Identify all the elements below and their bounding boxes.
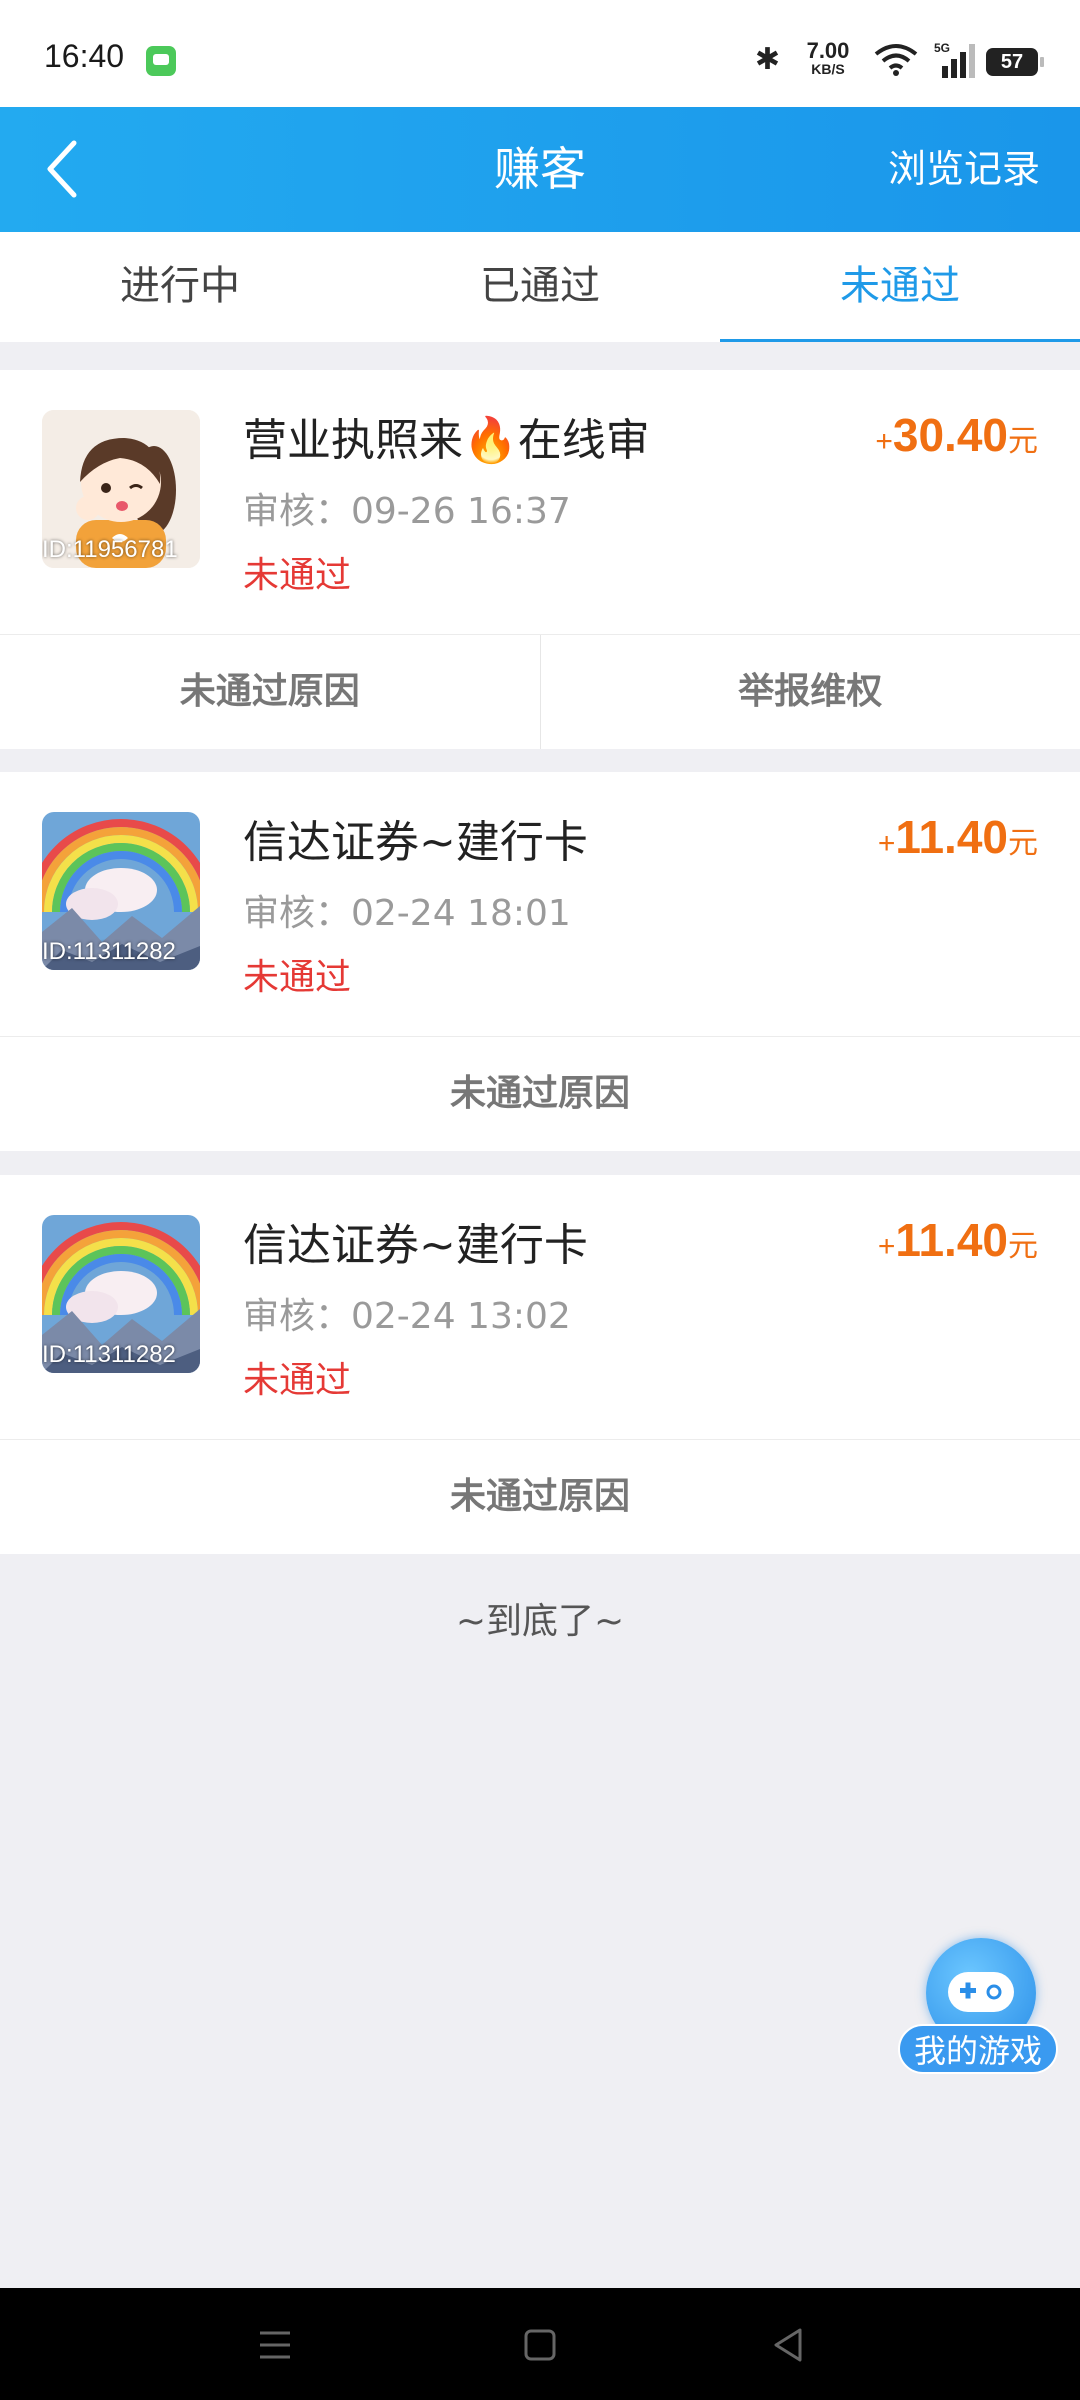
message-notification-icon [146,46,176,76]
reward-value: 11.40 [895,811,1008,863]
status-bar: 16:40 ✱ 7.00 KB/S 5G 57 [0,0,1080,107]
my-games-label: 我的游戏 [898,2024,1058,2074]
end-of-list-text: ~到底了~ [455,1601,625,1642]
status-label: 未通过 [243,555,352,596]
reward-unit: 元 [1008,1230,1038,1263]
wifi-icon [874,44,918,76]
task-card: ID:11956781 营业执照来🔥在线审 审核：09-26 16:37 未通过… [0,370,1080,749]
reward-amount: +11.40元 [878,1213,1038,1267]
back-icon[interactable] [762,2318,816,2372]
task-id-label: ID:11956781 [42,536,178,563]
review-time: 审核：02-24 13:02 [243,1296,571,1337]
task-title: 营业执照来🔥在线审 [243,415,650,466]
task-actions: 未通过原因 [0,1439,1080,1554]
reward-unit: 元 [1008,425,1038,458]
menu-icon[interactable] [248,2318,302,2372]
reward-value: 11.40 [895,1214,1008,1266]
network-speed-unit: KB/S [811,61,845,77]
reward-plus: + [877,1230,896,1263]
review-time: 审核：02-24 18:01 [243,893,571,934]
status-label: 未通过 [243,957,352,998]
report-appeal-button[interactable]: 举报维权 [539,635,1080,749]
fail-reason-button[interactable]: 未通过原因 [0,1440,1080,1554]
task-thumbnail: ID:11311282 [42,812,200,970]
tab-passed[interactable]: 已通过 [360,232,720,342]
task-card-body[interactable]: ID:11956781 营业执照来🔥在线审 审核：09-26 16:37 未通过… [0,370,1080,634]
task-id-label: ID:11311282 [42,1341,176,1368]
svg-text:5G: 5G [934,41,950,55]
status-label: 未通过 [243,1360,352,1401]
fail-reason-button[interactable]: 未通过原因 [0,635,540,749]
fail-reason-button[interactable]: 未通过原因 [0,1037,1080,1151]
task-title: 信达证券~建行卡 [243,817,588,868]
reward-plus: + [877,827,896,860]
network-speed-value: 7.00 [806,38,850,63]
app-header: 赚客 浏览记录 [0,107,1080,232]
browse-history-link[interactable]: 浏览记录 [888,107,1040,232]
task-actions: 未通过原因 举报维权 [0,634,1080,749]
system-nav-bar [0,2288,1080,2400]
task-card-body[interactable]: ID:11311282 信达证券~建行卡 审核：02-24 13:02 未通过 … [0,1175,1080,1439]
my-games-button[interactable]: 我的游戏 [898,1938,1058,2084]
task-card-body[interactable]: ID:11311282 信达证券~建行卡 审核：02-24 18:01 未通过 … [0,772,1080,1036]
reward-plus: + [875,425,893,458]
task-actions: 未通过原因 [0,1036,1080,1151]
task-thumbnail: ID:11956781 [42,410,200,568]
task-card: ID:11311282 信达证券~建行卡 审核：02-24 13:02 未通过 … [0,1175,1080,1554]
task-card: ID:11311282 信达证券~建行卡 审核：02-24 18:01 未通过 … [0,772,1080,1151]
bluetooth-icon: ✱ [754,42,780,77]
task-id-label: ID:11311282 [42,938,176,965]
review-time: 审核：09-26 16:37 [243,491,571,532]
home-icon[interactable] [513,2318,567,2372]
reward-amount: +11.40元 [878,810,1038,864]
status-tabs: 进行中 已通过 未通过 [0,232,1080,342]
network-speed: 7.00 KB/S [798,38,858,77]
reward-unit: 元 [1008,827,1038,860]
reward-amount: +30.40元 [875,408,1038,462]
reward-value: 30.40 [892,409,1008,461]
signal-5g-icon: 5G [934,41,975,78]
task-title: 信达证券~建行卡 [243,1220,588,1271]
tab-in-progress[interactable]: 进行中 [0,232,360,342]
status-time: 16:40 [44,38,125,74]
tab-not-passed[interactable]: 未通过 [720,232,1080,342]
battery-icon: 57 [986,48,1044,76]
task-thumbnail: ID:11311282 [42,1215,200,1373]
